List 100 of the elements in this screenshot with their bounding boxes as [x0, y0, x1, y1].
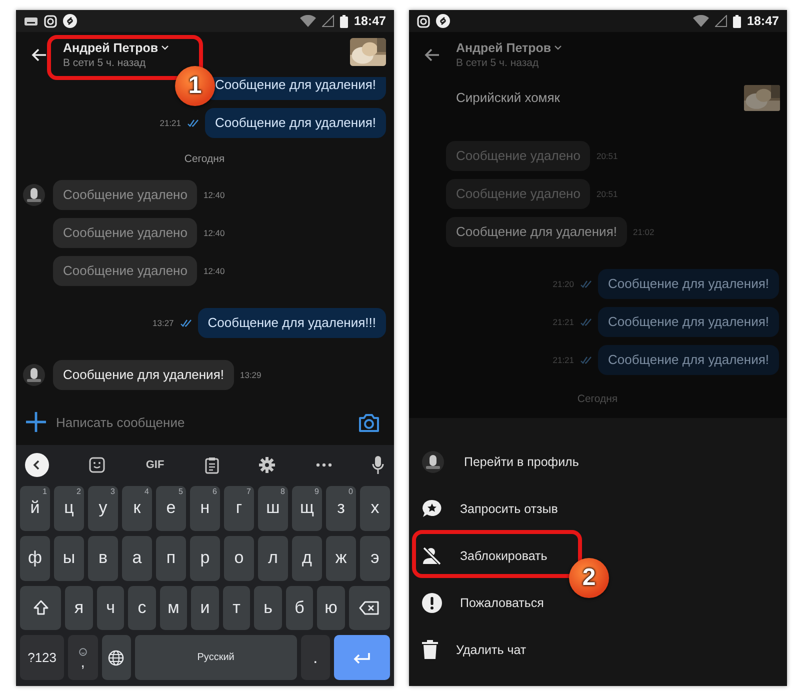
comma-key[interactable]: ,	[68, 635, 98, 680]
gif-button[interactable]: GIF	[146, 459, 164, 471]
keyboard-key[interactable]: й 1	[20, 486, 50, 531]
keyboard-key[interactable]: ц 2	[54, 486, 84, 531]
exclamation-icon[interactable]	[422, 592, 442, 612]
camera-icon	[44, 14, 57, 28]
back-arrow-icon[interactable]	[424, 48, 440, 62]
menu-item[interactable]: Удалить чат	[409, 626, 526, 673]
keyboard-key[interactable]: а	[122, 536, 152, 580]
back-chevron-icon[interactable]	[25, 453, 49, 477]
contact-name[interactable]: Андрей Петров	[456, 40, 552, 54]
keyboard-key[interactable]: с	[128, 586, 156, 630]
battery-icon	[733, 14, 742, 28]
keyboard-key[interactable]: у 3	[88, 486, 118, 531]
wifi-icon	[693, 15, 710, 27]
clock-time: 18:47	[354, 14, 386, 28]
swirl-icon	[63, 14, 77, 28]
keyboard-key[interactable]: е 5	[156, 486, 186, 531]
menu-item[interactable]: Запросить отзыв	[409, 485, 558, 532]
double-check-icon	[187, 119, 200, 127]
keyboard-key[interactable]: ю	[317, 586, 345, 630]
message-bubble: Сообщение для удаления!	[598, 345, 779, 375]
clipboard-icon[interactable]	[204, 456, 219, 474]
signal-icon	[322, 15, 334, 27]
period-key[interactable]: .	[300, 635, 330, 680]
message-bubble: Сообщение удалено	[446, 179, 590, 209]
message-bubble: Сообщение удалено	[446, 141, 590, 171]
menu-item[interactable]: Перейти в профиль	[409, 438, 579, 485]
language-key[interactable]	[102, 635, 131, 680]
enter-arrow-icon	[353, 652, 372, 664]
message-time: 21:02	[632, 227, 654, 237]
keyboard-key[interactable]: т	[222, 586, 250, 630]
keyboard-key[interactable]: и	[191, 586, 219, 630]
globe-icon	[108, 650, 124, 666]
menu-item[interactable]: Пожаловаться	[409, 579, 544, 626]
keyboard-key[interactable]: щ 9	[292, 486, 322, 531]
message-bubble: Сообщение удалено	[53, 218, 198, 248]
plus-icon[interactable]	[26, 412, 46, 432]
message-time: 21:21	[552, 317, 574, 327]
symbols-key[interactable]: ?123	[20, 635, 64, 680]
pinned-title: Сирийский хомяк	[456, 90, 560, 105]
space-key[interactable]: Русский	[134, 635, 297, 680]
camera-icon[interactable]	[358, 412, 380, 432]
message-bubble: Сообщение удалено	[53, 180, 198, 210]
avatar-icon	[422, 450, 444, 472]
message-bubble: Сообщение для удаления!	[598, 307, 779, 337]
keyboard-key[interactable]: в	[88, 536, 118, 580]
online-status: В сети 5 ч. назад	[63, 56, 147, 68]
chevron-down-icon	[161, 45, 170, 50]
keyboard-key[interactable]: н 6	[190, 486, 220, 531]
message-time: 12:40	[203, 228, 225, 238]
message-bubble: Сообщение для удаления!	[205, 108, 386, 138]
microphone-icon[interactable]	[372, 456, 384, 474]
message-bubble: Сообщение для удаления!	[598, 269, 779, 299]
menu-item[interactable]: Заблокировать	[409, 532, 548, 579]
message-bubble: Сообщение для удаления!	[53, 360, 234, 390]
shift-key[interactable]	[20, 586, 62, 630]
keyboard-key[interactable]: я	[65, 586, 93, 630]
message-time: 21:20	[552, 279, 574, 289]
backspace-icon	[359, 600, 380, 615]
trash-icon[interactable]	[422, 640, 438, 659]
keyboard-key[interactable]: р	[190, 536, 220, 580]
keyboard-key[interactable]: г 7	[224, 486, 254, 531]
keyboard-key[interactable]: ж	[326, 536, 356, 580]
date-separator: Сегодня	[577, 393, 618, 405]
keyboard-key[interactable]: з 0	[326, 486, 356, 531]
date-separator: Сегодня	[184, 153, 225, 165]
more-icon[interactable]	[316, 463, 332, 467]
keyboard-key[interactable]: ф	[20, 536, 50, 580]
keyboard-key[interactable]: ч	[96, 586, 124, 630]
keyboard-key[interactable]: ш 8	[258, 486, 288, 531]
message-time: 12:40	[203, 266, 225, 276]
shift-arrow-icon	[32, 600, 49, 616]
double-check-icon	[580, 280, 592, 288]
camera-icon	[417, 14, 430, 28]
chat-star-icon[interactable]	[422, 498, 442, 518]
settings-icon[interactable]	[259, 457, 276, 473]
backspace-key[interactable]	[348, 586, 390, 630]
keyboard-key[interactable]: п	[156, 536, 186, 580]
message-time: 13:29	[240, 370, 262, 380]
contact-name[interactable]: Андрей Петров	[63, 40, 158, 54]
keyboard-key[interactable]: м	[160, 586, 188, 630]
keyboard-key[interactable]: о	[224, 536, 254, 580]
keyboard-key[interactable]: х	[360, 486, 390, 531]
keyboard-key[interactable]: л	[258, 536, 288, 580]
message-field[interactable]: Написать сообщение	[56, 414, 348, 430]
keyboard-icon	[24, 16, 38, 26]
keyboard-key[interactable]: ь	[254, 586, 282, 630]
wifi-icon	[300, 15, 316, 27]
keyboard-key[interactable]: э	[360, 536, 390, 580]
battery-icon	[340, 14, 348, 28]
swirl-icon	[436, 14, 450, 28]
chevron-down-icon	[554, 45, 562, 50]
keyboard-key[interactable]: б	[286, 586, 314, 630]
keyboard-key[interactable]: д	[292, 536, 322, 580]
person-off-icon[interactable]	[422, 546, 442, 564]
message-bubble: Сообщение удалено	[53, 256, 198, 286]
keyboard-key[interactable]: к 4	[122, 486, 152, 531]
keyboard-key[interactable]: ы	[54, 536, 84, 580]
sticker-icon[interactable]	[89, 457, 106, 473]
